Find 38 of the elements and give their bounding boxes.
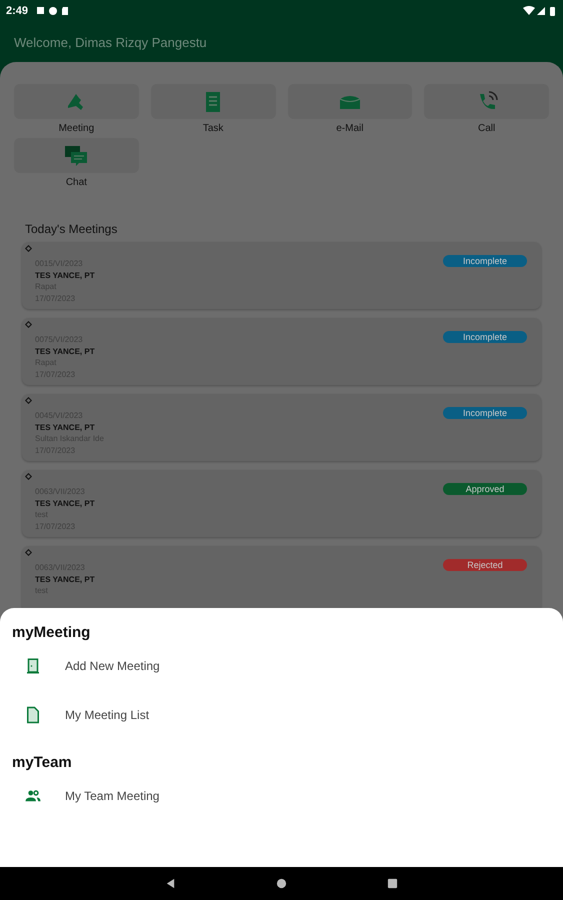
company-name: TES YANCE, PT [35, 270, 95, 281]
diamond-icon [25, 397, 32, 404]
status-badge: Incomplete [443, 255, 527, 267]
system-status-icons [523, 6, 557, 16]
diamond-icon [25, 245, 32, 252]
menu-label: Task [202, 123, 224, 134]
menu-tile[interactable] [150, 84, 276, 119]
recents-icon[interactable] [387, 878, 398, 889]
menu-label: Meeting [58, 123, 94, 134]
diamond-icon [25, 549, 32, 556]
menu-tile[interactable] [288, 84, 412, 119]
status-badge: Approved [443, 483, 527, 495]
back-icon[interactable] [165, 878, 176, 889]
company-name: TES YANCE, PT [35, 346, 95, 357]
company-name: TES YANCE, PT [35, 422, 96, 433]
sheet-section-title: myTeam [12, 754, 73, 771]
status-badge: Incomplete [443, 407, 527, 419]
menu-tile[interactable] [14, 138, 139, 173]
diamond-icon [25, 321, 32, 328]
company-name: TES YANCE, PT [35, 574, 95, 585]
menu-label: Call [478, 123, 496, 134]
welcome-text: Welcome, Dimas Rizqy Pangestu [14, 34, 207, 50]
section-title: Today's Meetings [25, 222, 118, 236]
sheet-menu-item[interactable]: My Team Meeting [12, 771, 563, 820]
home-icon[interactable] [276, 878, 287, 889]
sheet-menu-item[interactable]: My Meeting List [12, 690, 563, 739]
sheet-section-title: myMeeting [12, 624, 92, 641]
sheet-menu-item[interactable]: Add New Meeting [12, 641, 563, 690]
status-badge: Incomplete [443, 331, 527, 343]
menu-label: Chat [66, 177, 87, 188]
chat-icon [64, 144, 88, 168]
status-badge: Rejected [443, 559, 527, 571]
status-time: 2:49 [6, 5, 28, 17]
menu-tile[interactable] [14, 84, 139, 119]
menu-label: e-Mail [336, 123, 364, 134]
menu-tile[interactable] [424, 84, 549, 119]
company-name: TES YANCE, PT [35, 498, 95, 509]
diamond-icon [25, 473, 32, 480]
